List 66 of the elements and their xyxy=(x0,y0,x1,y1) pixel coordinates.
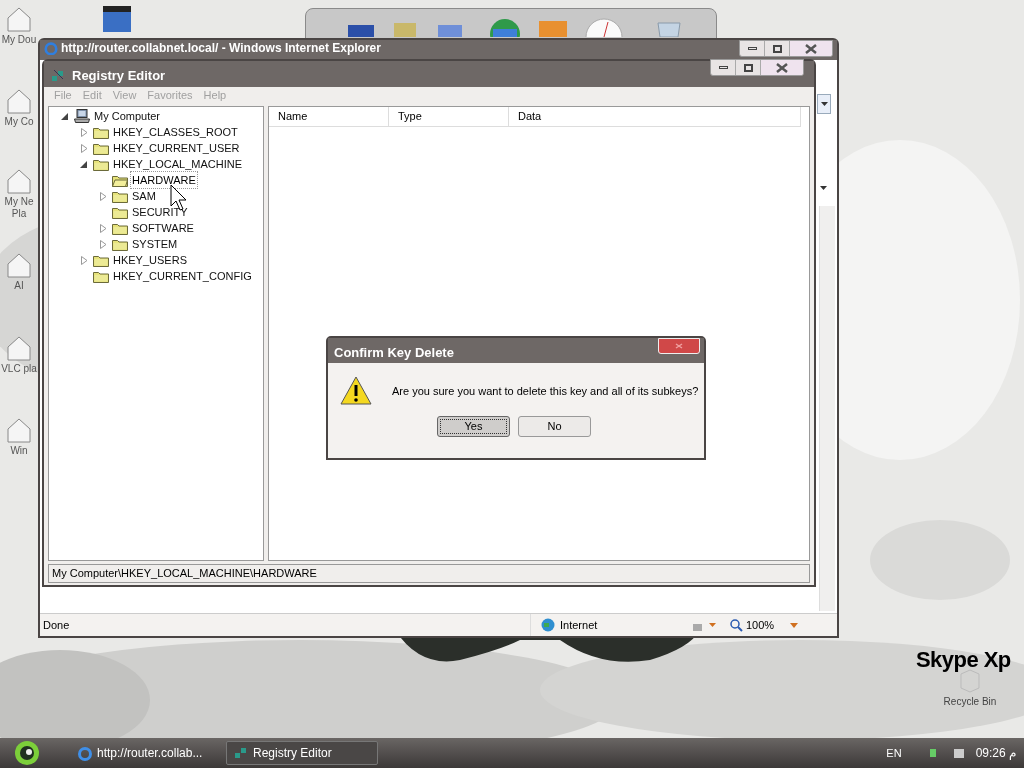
dialog-button[interactable]: Yes xyxy=(437,416,510,437)
caret-icon[interactable] xyxy=(820,186,827,190)
start-button[interactable] xyxy=(14,740,40,766)
security-zone: Internet xyxy=(560,617,598,633)
brand-logo: Skype Xp xyxy=(916,646,1011,674)
registry-icon xyxy=(50,67,66,84)
desktop-icon-label[interactable]: AI xyxy=(0,280,38,292)
window-title: http://router.collabnet.local/ - Windows Internet Explorer xyxy=(61,41,381,55)
close-icon xyxy=(776,62,788,73)
collapse-arrow-icon[interactable] xyxy=(60,111,69,121)
close-button[interactable] xyxy=(790,41,832,56)
desktop-icon-label[interactable]: My Co xyxy=(0,116,38,128)
tree-item[interactable]: HKEY_LOCAL_MACHINE xyxy=(112,155,243,173)
tree-item[interactable]: HKEY_CURRENT_USER xyxy=(112,139,241,157)
magnifier-icon xyxy=(730,618,743,632)
expand-arrow-icon[interactable] xyxy=(79,143,88,153)
registry-icon xyxy=(233,745,249,761)
expand-arrow-icon[interactable] xyxy=(79,127,88,137)
globe-icon xyxy=(541,618,555,632)
tree-item[interactable]: SAM xyxy=(131,187,157,205)
dialog-title: Confirm Key Delete xyxy=(334,344,454,362)
zoom-button[interactable]: 100% xyxy=(730,616,775,634)
tree-item[interactable]: My Computer xyxy=(93,107,162,125)
clock-icon[interactable] xyxy=(584,17,624,37)
expand-arrow-icon[interactable] xyxy=(98,239,107,249)
close-button[interactable] xyxy=(761,60,803,75)
expand-arrow-icon[interactable] xyxy=(98,191,107,201)
browser-icon xyxy=(44,41,58,55)
window-title: Registry Editor xyxy=(72,67,166,85)
close-icon xyxy=(805,43,817,54)
address-dropdown[interactable] xyxy=(817,94,831,114)
tray-icon[interactable] xyxy=(951,746,966,760)
status-text: Done xyxy=(42,617,71,633)
close-button[interactable] xyxy=(658,338,700,354)
dialog-button[interactable]: No xyxy=(518,416,591,437)
taskbar-button[interactable]: http://router.collab... xyxy=(70,741,222,765)
tree-item[interactable]: HKEY_CLASSES_ROOT xyxy=(112,123,239,141)
tree-item[interactable]: SECURITY xyxy=(131,203,189,221)
expand-arrow-icon[interactable] xyxy=(79,255,88,265)
close-icon xyxy=(674,343,684,349)
open-folder-icon xyxy=(112,173,128,187)
desktop-icon-label[interactable]: VLC pla xyxy=(0,363,38,375)
tree-item[interactable]: HKEY_CURRENT_CONFIG xyxy=(112,267,253,285)
tree-item[interactable]: SOFTWARE xyxy=(131,219,195,237)
language-indicator[interactable]: EN xyxy=(886,744,902,762)
status-bar: My Computer\HKEY_LOCAL_MACHINE\HARDWARE xyxy=(48,564,810,583)
dialog-message: Are you sure you want to delete this key and all of its subkeys? xyxy=(392,383,699,399)
collapse-arrow-icon[interactable] xyxy=(79,159,88,169)
tree-item[interactable]: HKEY_USERS xyxy=(112,251,188,269)
column-header[interactable]: Type xyxy=(389,107,509,126)
scroll-bar[interactable] xyxy=(819,206,835,611)
tree-item[interactable]: HARDWARE xyxy=(131,171,197,189)
tree-item[interactable]: SYSTEM xyxy=(131,235,179,253)
clock: 09:26 م xyxy=(975,745,1016,762)
column-header[interactable]: Data xyxy=(509,107,801,126)
expand-arrow-icon[interactable] xyxy=(98,223,107,233)
browser-icon xyxy=(77,745,93,761)
warning-icon xyxy=(340,376,372,406)
desktop-icon-label[interactable]: Win xyxy=(0,445,38,457)
desktop-icon-label[interactable]: My Dou xyxy=(0,34,38,46)
column-header[interactable]: Name xyxy=(269,107,389,126)
computer-icon xyxy=(74,109,90,123)
desktop-icon-label[interactable]: My Ne Pla xyxy=(0,196,38,220)
taskbar-button[interactable]: Registry Editor xyxy=(226,741,378,765)
desktop-icon-label[interactable]: Recycle Bin xyxy=(943,694,997,709)
caret-icon xyxy=(820,102,828,106)
